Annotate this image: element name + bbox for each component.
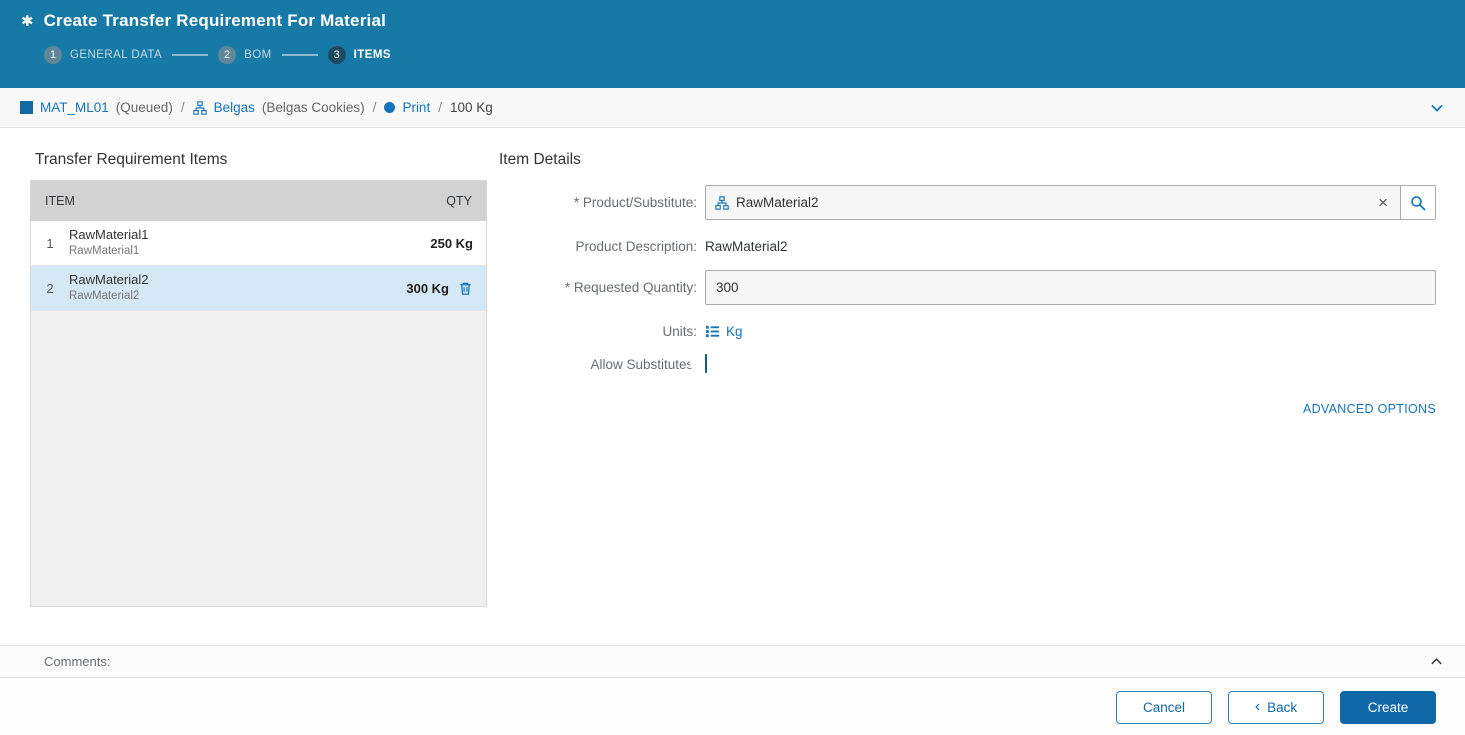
wizard-steps: 1 GENERAL DATA 2 BOM 3 ITEMS <box>0 31 1465 64</box>
toggle-knob <box>690 357 704 371</box>
wizard-step-bom[interactable]: 2 BOM <box>218 46 272 64</box>
column-header-qty: QTY <box>446 194 472 208</box>
units-label: Units: <box>662 324 697 339</box>
row-item-description: RawMaterial1 <box>69 244 140 257</box>
wizard-step-general-data[interactable]: 1 GENERAL DATA <box>44 46 162 64</box>
delete-row-icon[interactable] <box>458 281 473 296</box>
required-marker: * <box>573 195 580 210</box>
row-item-name: RawMaterial1 <box>69 227 149 243</box>
product-substitute-row: * Product/Substitute: × <box>499 185 1436 220</box>
breadcrumb-operation-link[interactable]: Print <box>402 100 430 115</box>
back-button[interactable]: ‹ Back <box>1228 690 1324 724</box>
create-button[interactable]: Create <box>1340 690 1436 724</box>
main-content: Transfer Requirement Items ITEM QTY 1 Ra… <box>0 128 1465 645</box>
breadcrumb-material-link[interactable]: MAT_ML01 <box>40 100 109 115</box>
material-status-text: (Queued) <box>115 100 173 115</box>
back-button-label: Back <box>1267 699 1298 715</box>
cancel-button[interactable]: Cancel <box>1116 690 1212 724</box>
comments-bar: Comments: <box>0 645 1465 678</box>
clear-icon[interactable]: × <box>1375 194 1391 211</box>
row-item-description: RawMaterial2 <box>69 289 140 302</box>
step-number-badge: 2 <box>218 46 237 64</box>
product-description-row: Product Description: RawMaterial2 <box>499 239 1436 254</box>
breadcrumb-bom-link[interactable]: Belgas <box>214 100 255 115</box>
units-value-link[interactable]: Kg <box>726 324 743 339</box>
product-substitute-field[interactable]: × <box>705 185 1401 220</box>
asterisk-icon: ✱ <box>21 12 34 30</box>
allow-substitutes-label: Allow Substitutes: <box>590 356 697 372</box>
requested-quantity-label: * Requested Quantity: <box>564 280 697 295</box>
operation-status-icon <box>384 102 396 113</box>
row-index: 2 <box>46 280 54 296</box>
row-index: 1 <box>46 235 54 251</box>
page-title: Create Transfer Requirement For Material <box>43 11 387 30</box>
items-table-header: ITEM QTY <box>31 181 486 221</box>
row-qty: 250 Kg <box>430 235 473 251</box>
material-status-icon <box>20 101 33 114</box>
required-marker: * <box>564 280 571 295</box>
step-number-badge: 1 <box>44 46 62 64</box>
breadcrumb-separator: / <box>180 100 185 115</box>
requested-quantity-input[interactable] <box>705 270 1436 305</box>
table-row-selected[interactable]: 2 RawMaterial2 RawMaterial2 300 Kg <box>31 266 486 311</box>
product-search-button[interactable] <box>1400 185 1436 220</box>
step-number-badge: 3 <box>327 46 346 64</box>
product-substitute-input[interactable] <box>736 195 1369 210</box>
column-header-item: ITEM <box>45 194 75 208</box>
step-label: BOM <box>244 49 272 61</box>
breadcrumb-quantity: 100 Kg <box>449 100 493 115</box>
breadcrumb-separator: / <box>372 100 377 115</box>
row-qty: 300 Kg <box>406 280 449 296</box>
chevron-down-icon[interactable] <box>1429 100 1445 116</box>
bom-icon <box>715 195 729 210</box>
transfer-requirement-items-panel: Transfer Requirement Items ITEM QTY 1 Ra… <box>30 128 487 607</box>
create-transfer-requirement-dialog: ✱ Create Transfer Requirement For Materi… <box>0 0 1465 735</box>
chevron-up-icon[interactable] <box>1429 654 1444 669</box>
product-description-value: RawMaterial2 <box>705 239 788 254</box>
step-connector <box>281 54 318 56</box>
comments-label: Comments: <box>44 654 111 669</box>
items-table: ITEM QTY 1 RawMaterial1 RawMaterial1 250… <box>30 180 487 607</box>
details-panel-title: Item Details <box>499 151 581 168</box>
product-description-label: Product Description: <box>575 239 697 254</box>
advanced-options: ADVANCED OPTIONS <box>499 400 1436 418</box>
item-details-panel: Item Details * Product/Substitute: × <box>499 128 1436 418</box>
step-label: GENERAL DATA <box>70 49 163 61</box>
requested-quantity-row: * Requested Quantity: <box>499 270 1436 305</box>
chevron-left-icon: ‹ <box>1254 698 1261 715</box>
product-substitute-label: * Product/Substitute: <box>573 195 697 210</box>
wizard-step-items[interactable]: 3 ITEMS <box>327 46 392 64</box>
advanced-options-link[interactable]: ADVANCED OPTIONS <box>1303 402 1436 416</box>
items-panel-title: Transfer Requirement Items <box>35 151 228 168</box>
breadcrumb-separator: / <box>438 100 442 115</box>
dialog-footer: Cancel ‹ Back Create <box>0 679 1465 735</box>
breadcrumb: MAT_ML01 (Queued) / Belgas (Belgas Cooki… <box>0 88 1465 128</box>
row-item-name: RawMaterial2 <box>69 272 149 288</box>
units-row: Units: Kg <box>499 324 1436 339</box>
bom-description-text: (Belgas Cookies) <box>261 100 365 115</box>
dialog-header: ✱ Create Transfer Requirement For Materi… <box>0 0 1465 88</box>
allow-substitutes-toggle[interactable] <box>690 354 707 373</box>
step-label: ITEMS <box>353 49 392 61</box>
allow-substitutes-row: Allow Substitutes: <box>499 354 1436 373</box>
units-list-icon <box>705 324 720 339</box>
step-connector <box>172 54 209 56</box>
table-row[interactable]: 1 RawMaterial1 RawMaterial1 250 Kg <box>31 221 486 266</box>
items-table-empty-area <box>31 311 486 606</box>
bom-icon <box>192 100 207 115</box>
